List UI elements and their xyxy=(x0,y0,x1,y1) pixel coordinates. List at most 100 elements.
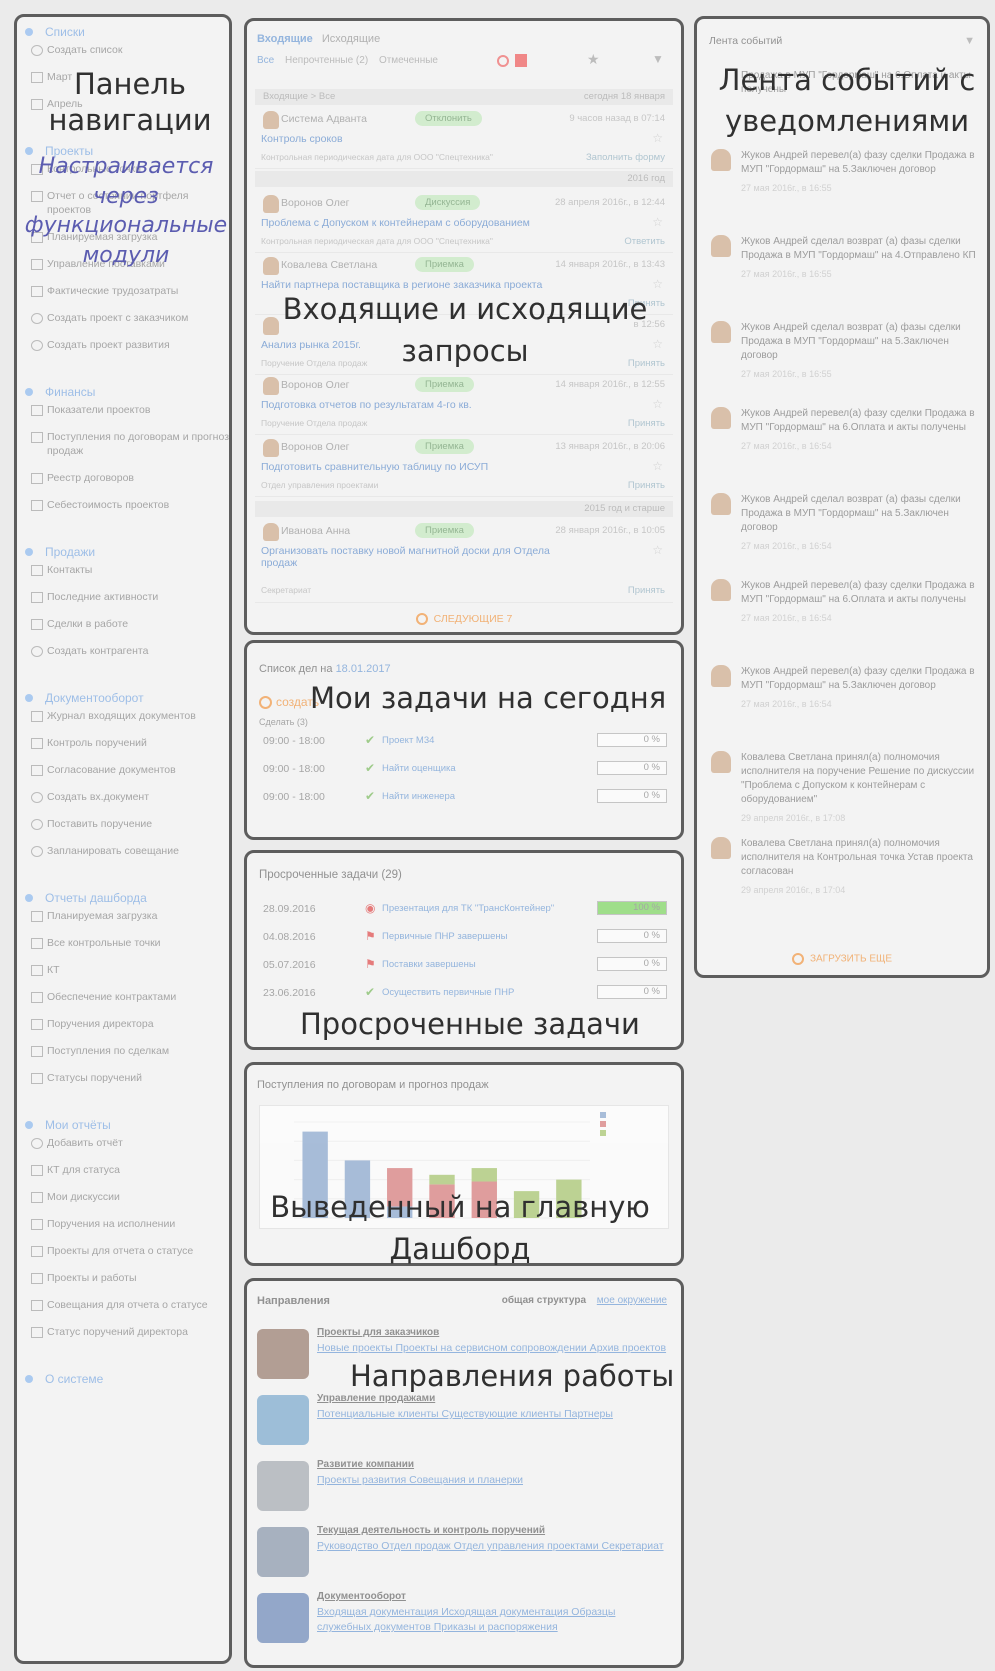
message-action[interactable]: Ответить xyxy=(624,236,665,247)
direction-links[interactable]: Потенциальные клиенты Существующие клиен… xyxy=(317,1407,671,1422)
star-icon[interactable]: ☆ xyxy=(652,131,663,145)
task-name[interactable]: Найти инженера xyxy=(382,791,455,802)
overdue-row[interactable]: 28.09.2016 ◉ Презентация для ТК "ТрансКонт… xyxy=(257,901,667,929)
message-title[interactable]: Проблема с Допуском к контейнерам с обор… xyxy=(261,217,530,229)
nav-item[interactable]: Поручения на исполнении xyxy=(17,1217,229,1231)
feed-item[interactable]: Жуков Андрей перевел(а) фазу сделки Прод… xyxy=(711,579,977,659)
task-name[interactable]: Найти оценщика xyxy=(382,763,456,774)
inbox-row[interactable]: Система Адванта Отклонить 9 часов назад в … xyxy=(255,107,673,169)
nav-item[interactable]: Создать проект с заказчиком xyxy=(17,311,229,325)
tab-outbox[interactable]: Исходящие xyxy=(322,33,380,45)
nav-item[interactable]: Поступления по сделкам xyxy=(17,1044,229,1058)
feed-item[interactable]: Жуков Андрей сделал возврат (а) фазы сде… xyxy=(711,321,977,401)
nav-item[interactable]: Проекты и работы xyxy=(17,1271,229,1285)
filter-unread[interactable]: Непрочтенные (2) xyxy=(285,55,368,66)
next-button[interactable]: СЛЕДУЮЩИЕ 7 xyxy=(247,613,681,626)
filter-all[interactable]: Все xyxy=(257,55,274,66)
overdue-row[interactable]: 04.08.2016 ⚑ Первичные ПНР завершены 0 % xyxy=(257,929,667,957)
message-title[interactable]: Подготовка отчетов по результатам 4-го к… xyxy=(261,399,472,411)
check-icon[interactable]: ✔ xyxy=(365,733,375,747)
task-row[interactable]: 09:00 - 18:00 ✔ Найти инженера 0 % xyxy=(257,789,667,817)
inbox-row[interactable]: Воронов Олег Приемка 13 января 2016г., в 2… xyxy=(255,435,673,497)
message-action[interactable]: Принять xyxy=(628,585,665,596)
nav-item[interactable]: Все контрольные точки xyxy=(17,936,229,950)
check-icon[interactable]: ✔ xyxy=(365,789,375,803)
direction-item[interactable]: Развитие компании Проекты развития Совеща… xyxy=(257,1457,671,1523)
nav-item[interactable]: Планируемая загрузка xyxy=(17,909,229,923)
nav-item[interactable]: Запланировать совещание xyxy=(17,844,229,858)
feed-item[interactable]: Жуков Андрей перевел(а) фазу сделки Прод… xyxy=(711,665,977,745)
load-more-button[interactable]: ЗАГРУЗИТЬ ЕЩЕ xyxy=(697,953,987,965)
nav-item[interactable]: Контроль поручений xyxy=(17,736,229,750)
direction-item[interactable]: Текущая деятельность и контроль поручени… xyxy=(257,1523,671,1589)
message-action[interactable]: Принять xyxy=(628,418,665,429)
task-name[interactable]: Проект М34 xyxy=(382,735,434,746)
nav-item[interactable]: Показатели проектов xyxy=(17,403,229,417)
nav-item[interactable]: Реестр договоров xyxy=(17,471,229,485)
star-icon[interactable]: ★ xyxy=(587,51,600,68)
overdue-name[interactable]: Осуществить первичные ПНР xyxy=(382,987,514,998)
nav-item[interactable]: Мои дискуссии xyxy=(17,1190,229,1204)
nav-item[interactable]: Согласование документов xyxy=(17,763,229,777)
nav-item[interactable]: Статус поручений директора xyxy=(17,1325,229,1339)
feed-item[interactable]: Жуков Андрей сделал возврат (а) фазы сде… xyxy=(711,235,977,315)
alarm-icon[interactable] xyxy=(497,55,509,67)
nav-section[interactable]: Документооборот xyxy=(17,687,229,709)
direction-links[interactable]: Входящая документация Исходящая документ… xyxy=(317,1605,671,1635)
nav-section[interactable]: Продажи xyxy=(17,541,229,563)
check-icon[interactable]: ✔ xyxy=(365,761,375,775)
message-title[interactable]: Подготовить сравнительную таблицу по ИСУ… xyxy=(261,461,488,473)
inbox-row[interactable]: Воронов Олег Дискуссия 28 апреля 2016г., в… xyxy=(255,191,673,253)
star-icon[interactable]: ☆ xyxy=(652,215,663,229)
filter-icon[interactable]: ▼ xyxy=(652,52,664,66)
direction-title[interactable]: Проекты для заказчиков xyxy=(317,1327,439,1338)
tab-inbox[interactable]: Входящие xyxy=(257,33,313,45)
nav-item[interactable]: Поручения директора xyxy=(17,1017,229,1031)
overdue-name[interactable]: Первичные ПНР завершены xyxy=(382,931,508,942)
nav-item[interactable]: Проекты для отчета о статусе xyxy=(17,1244,229,1258)
task-row[interactable]: 09:00 - 18:00 ✔ Найти оценщика 0 % xyxy=(257,761,667,789)
nav-item[interactable]: Создать контрагента xyxy=(17,644,229,658)
nav-section[interactable]: Отчеты дашборда xyxy=(17,887,229,909)
nav-item[interactable]: Себестоимость проектов xyxy=(17,498,229,512)
overdue-name[interactable]: Презентация для ТК "ТрансКонтейнер" xyxy=(382,903,554,914)
star-icon[interactable]: ☆ xyxy=(652,459,663,473)
direction-links[interactable]: Новые проекты Проекты на сервисном сопро… xyxy=(317,1341,671,1356)
nav-item[interactable]: Создать вх.документ xyxy=(17,790,229,804)
message-action[interactable]: Заполнить форму xyxy=(586,152,665,163)
nav-item[interactable]: Поступления по договорам и прогноз прода… xyxy=(17,430,229,458)
filter-starred[interactable]: Отмеченные xyxy=(379,55,438,66)
nav-section[interactable]: О системе xyxy=(17,1368,229,1390)
message-action[interactable]: Принять xyxy=(628,480,665,491)
message-title[interactable]: Контроль сроков xyxy=(261,133,343,145)
direction-title[interactable]: Документооборот xyxy=(317,1591,406,1602)
feed-item[interactable]: Жуков Андрей сделал возврат (а) фазы сде… xyxy=(711,493,977,573)
overdue-row[interactable]: 05.07.2016 ⚑ Поставки завершены 0 % xyxy=(257,957,667,985)
nav-item[interactable]: Совещания для отчета о статусе xyxy=(17,1298,229,1312)
nav-item[interactable]: КТ для статуса xyxy=(17,1163,229,1177)
nav-item[interactable]: Журнал входящих документов xyxy=(17,709,229,723)
inbox-row[interactable]: Иванова Анна Приемка 28 января 2016г., в 1… xyxy=(255,519,673,603)
tab-structure[interactable]: общая структура xyxy=(502,1295,586,1306)
direction-links[interactable]: Проекты развития Совещания и планерки xyxy=(317,1473,671,1488)
nav-item[interactable]: КТ xyxy=(17,963,229,977)
feed-item[interactable]: Ковалева Светлана принял(а) полномочия и… xyxy=(711,751,977,831)
nav-item[interactable]: Добавить отчёт xyxy=(17,1136,229,1150)
star-icon[interactable]: ☆ xyxy=(652,543,663,557)
nav-section[interactable]: Списки xyxy=(17,21,229,43)
feed-item[interactable]: Ковалева Светлана принял(а) полномочия и… xyxy=(711,837,977,917)
nav-item[interactable]: Поставить поручение xyxy=(17,817,229,831)
inbox-row[interactable]: Воронов Олег Приемка 14 января 2016г., в 1… xyxy=(255,373,673,435)
nav-section[interactable]: Финансы xyxy=(17,381,229,403)
direction-title[interactable]: Текущая деятельность и контроль поручени… xyxy=(317,1525,545,1536)
direction-title[interactable]: Развитие компании xyxy=(317,1459,414,1470)
nav-section[interactable]: Мои отчёты xyxy=(17,1114,229,1136)
star-icon[interactable]: ☆ xyxy=(652,397,663,411)
nav-item[interactable]: Создать проект развития xyxy=(17,338,229,352)
message-title[interactable]: Организовать поставку новой магнитной до… xyxy=(261,545,561,569)
feed-item[interactable]: Жуков Андрей перевел(а) фазу сделки Прод… xyxy=(711,149,977,229)
direction-item[interactable]: Управление продажами Потенциальные клиент… xyxy=(257,1391,671,1457)
nav-item[interactable]: Статусы поручений xyxy=(17,1071,229,1085)
nav-item[interactable]: Создать список xyxy=(17,43,229,57)
nav-item[interactable]: Обеспечение контрактами xyxy=(17,990,229,1004)
